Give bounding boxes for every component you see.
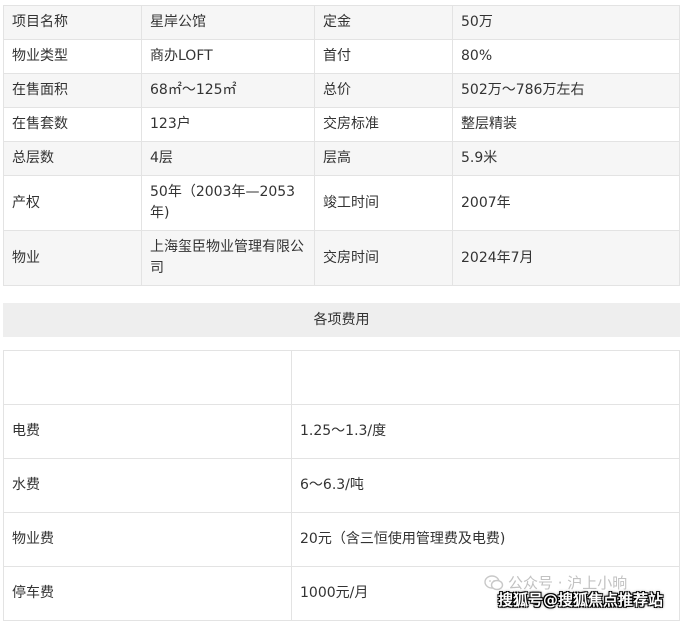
table-row: 水费 6～6.3/吨 [3,458,680,513]
table-cell: 停车费 [3,566,292,621]
table-row: 物业费 20元（含三恒使用管理费及电费) [3,512,680,567]
table-cell: 在售面积 [3,73,142,108]
table-row: 总层数 4层 层高 5.9米 [3,141,680,176]
table-row: 物业 上海玺臣物业管理有限公司 交房时间 2024年7月 [3,230,680,286]
table-row: 项目名称 星岸公馆 定金 50万 [3,5,680,40]
table-cell: 水费 [3,458,292,513]
table-cell: 竣工时间 [314,175,453,231]
watermark: 公众号 · 沪上小晌 搜狐号@搜狐焦点推荐站 [474,571,684,611]
table-cell: 在售套数 [3,107,142,142]
table-cell: 80% [452,39,680,74]
watermark-source: 搜狐号@搜狐焦点推荐站 [498,591,664,609]
table-cell: 502万～786万左右 [452,73,680,108]
table-cell [291,350,680,405]
table-cell: 交房时间 [314,230,453,286]
table-cell: 商办LOFT [141,39,315,74]
table-cell: 5.9米 [452,141,680,176]
table-cell: 50万 [452,5,680,40]
table-cell: 68㎡～125㎡ [141,73,315,108]
table-row: 在售面积 68㎡～125㎡ 总价 502万～786万左右 [3,73,680,108]
table-cell: 总价 [314,73,453,108]
table-row: 产权 50年（2003年—2053年) 竣工时间 2007年 [3,175,680,231]
table-cell: 层高 [314,141,453,176]
table-cell: 1.25～1.3/度 [291,404,680,459]
table-cell: 4层 [141,141,315,176]
table-cell: 物业费 [3,512,292,567]
table-row: 电费 1.25～1.3/度 [3,404,680,459]
table-row: 物业类型 商办LOFT 首付 80% [3,39,680,74]
table-cell: 总层数 [3,141,142,176]
table-cell: 20元（含三恒使用管理费及电费) [291,512,680,567]
table-row: 在售套数 123户 交房标准 整层精装 [3,107,680,142]
table-cell: 上海玺臣物业管理有限公司 [141,230,315,286]
table-cell [3,350,292,405]
fees-section-title: 各项费用 [3,303,680,337]
table-cell: 产权 [3,175,142,231]
table-cell: 首付 [314,39,453,74]
table-cell: 6～6.3/吨 [291,458,680,513]
table-cell: 2007年 [452,175,680,231]
table-cell: 50年（2003年—2053年) [141,175,315,231]
table-cell: 2024年7月 [452,230,680,286]
table-cell: 物业 [3,230,142,286]
table-row [3,350,680,405]
table-cell: 项目名称 [3,5,142,40]
table-cell: 星岸公馆 [141,5,315,40]
project-info-table: 项目名称 星岸公馆 定金 50万 物业类型 商办LOFT 首付 80% 在售面积… [3,5,680,286]
table-cell: 物业类型 [3,39,142,74]
table-cell: 交房标准 [314,107,453,142]
table-cell: 定金 [314,5,453,40]
table-cell: 电费 [3,404,292,459]
table-cell: 123户 [141,107,315,142]
table-cell: 整层精装 [452,107,680,142]
